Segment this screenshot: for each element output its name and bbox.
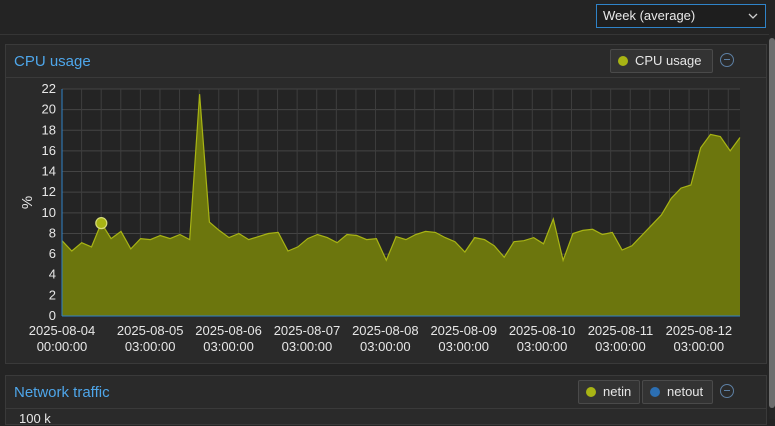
cpu-hover-point xyxy=(95,217,108,230)
netout-legend-label: netout xyxy=(667,384,704,399)
x-tick-label-date: 2025-08-11 xyxy=(588,323,654,338)
top-toolbar: Week (average) xyxy=(0,0,775,35)
y-tick-label: 6 xyxy=(49,246,56,261)
cpu-usage-panel: CPU usage CPU usage 0 2 4 6 8 10 12 14 16 18 20 22 2… xyxy=(5,44,767,364)
y-tick-label: 16 xyxy=(42,143,56,158)
x-tick-label-time: 03:00:00 xyxy=(595,339,646,354)
y-tick-label: 20 xyxy=(42,102,56,117)
x-tick-label-time: 03:00:00 xyxy=(125,339,176,354)
x-tick-label-date: 2025-08-08 xyxy=(352,323,419,338)
cpu-panel-header: CPU usage CPU usage xyxy=(6,45,766,78)
net-collapse-icon[interactable] xyxy=(720,384,734,398)
y-tick-label: 22 xyxy=(42,81,56,96)
cpu-legend-toggle[interactable]: CPU usage xyxy=(610,49,713,73)
scrollbar-thumb[interactable] xyxy=(769,38,775,408)
cpu-panel-title: CPU usage xyxy=(14,53,91,70)
y-tick-label: 8 xyxy=(49,225,56,240)
netout-legend-toggle[interactable]: netout xyxy=(642,380,713,404)
x-tick-label-time: 03:00:00 xyxy=(203,339,254,354)
x-tick-label-date: 2025-08-12 xyxy=(666,323,733,338)
cpu-collapse-icon[interactable] xyxy=(720,53,734,67)
cpu-legend-label: CPU usage xyxy=(635,53,702,68)
cpu-legend-dot-icon xyxy=(618,56,628,66)
network-traffic-panel: Network traffic netin netout 100 k xyxy=(5,375,767,426)
x-tick-label-time: 00:00:00 xyxy=(37,339,88,354)
x-tick-label-date: 2025-08-05 xyxy=(117,323,184,338)
x-tick-label-time: 03:00:00 xyxy=(360,339,411,354)
x-tick-label-time: 03:00:00 xyxy=(438,339,489,354)
x-tick-label-date: 2025-08-06 xyxy=(195,323,262,338)
page-scrollbar[interactable] xyxy=(769,34,775,419)
net-panel-title: Network traffic xyxy=(14,384,110,401)
y-axis-label: % xyxy=(19,196,36,209)
x-tick-label-date: 2025-08-09 xyxy=(430,323,497,338)
y-tick-label: 10 xyxy=(42,205,56,220)
y-tick-label: 14 xyxy=(42,164,56,179)
y-tick-label: 0 xyxy=(49,308,56,323)
netin-legend-label: netin xyxy=(603,384,632,399)
x-tick-label-date: 2025-08-10 xyxy=(509,323,576,338)
y-tick-label: 4 xyxy=(49,267,56,282)
netin-legend-toggle[interactable]: netin xyxy=(578,380,640,404)
chevron-down-icon xyxy=(748,13,758,19)
x-tick-label-date: 2025-08-04 xyxy=(29,323,96,338)
timeframe-value: Week (average) xyxy=(603,8,696,23)
cpu-usage-chart: 0 2 4 6 8 10 12 14 16 18 20 22 2025-08-0400:00:00 202… xyxy=(19,81,741,354)
x-tick-label-time: 03:00:00 xyxy=(674,339,725,354)
x-tick-label-time: 03:00:00 xyxy=(282,339,333,354)
netout-legend-dot-icon xyxy=(650,387,660,397)
x-tick-label-date: 2025-08-07 xyxy=(274,323,341,338)
y-tick-label: 2 xyxy=(49,287,56,302)
x-tick-label-time: 03:00:00 xyxy=(517,339,568,354)
netin-legend-dot-icon xyxy=(586,387,596,397)
timeframe-select[interactable]: Week (average) xyxy=(596,4,766,28)
y-tick-label: 12 xyxy=(42,184,56,199)
net-panel-header: Network traffic netin netout xyxy=(6,376,766,409)
y-tick-label: 18 xyxy=(42,122,56,137)
